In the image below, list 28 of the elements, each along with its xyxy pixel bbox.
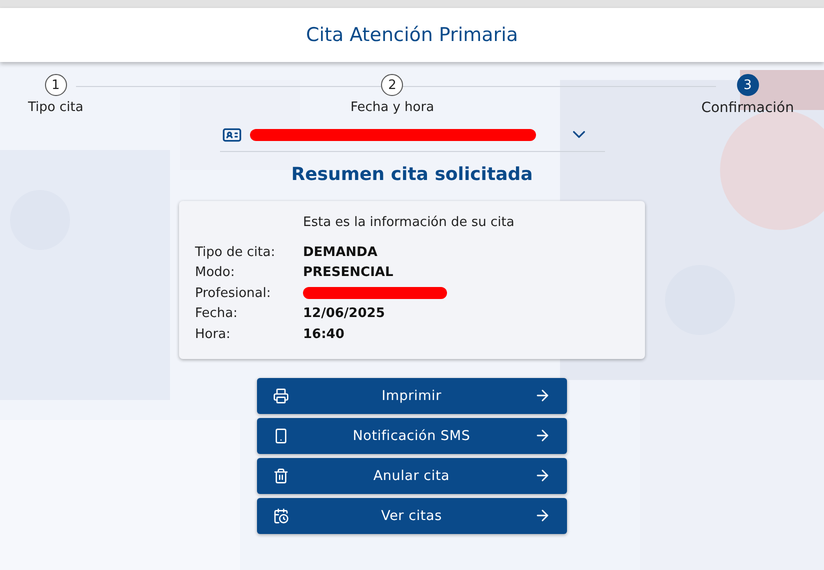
calendar-icon <box>273 508 289 524</box>
step-label: Tipo cita <box>28 100 84 115</box>
action-button[interactable]: Imprimir <box>257 378 567 414</box>
field-value: 16:40 <box>303 326 344 342</box>
step-label: Fecha y hora <box>350 100 434 115</box>
arrow-right-icon <box>534 507 551 524</box>
field-label: Tipo de cita: <box>195 244 276 260</box>
field-label: Profesional: <box>195 286 272 301</box>
printer-icon <box>273 388 289 404</box>
field-value: 12/06/2025 <box>303 306 385 322</box>
phone-icon <box>273 428 289 444</box>
step-label: Confirmación <box>701 100 794 116</box>
field-value: DEMANDA <box>303 244 378 260</box>
action-button[interactable]: Notificación SMS <box>257 418 567 454</box>
section-title: Resumen cita solicitada <box>291 164 533 185</box>
field-label: Hora: <box>195 326 232 342</box>
page-title: Cita Atención Primaria <box>306 24 518 46</box>
action-button[interactable]: Ver citas <box>257 498 567 534</box>
arrow-right-icon <box>534 427 551 444</box>
arrow-right-icon <box>534 467 551 484</box>
field-label: Fecha: <box>195 306 238 322</box>
action-button[interactable]: Anular cita <box>257 458 567 494</box>
chevron-down-icon <box>572 131 584 138</box>
summary-intro: Esta es la información de su cita <box>303 215 516 230</box>
arrow-right-icon <box>534 387 551 404</box>
trash-icon <box>273 468 289 484</box>
field-label: Modo: <box>195 265 236 280</box>
field-value: PRESENCIAL <box>303 265 394 280</box>
